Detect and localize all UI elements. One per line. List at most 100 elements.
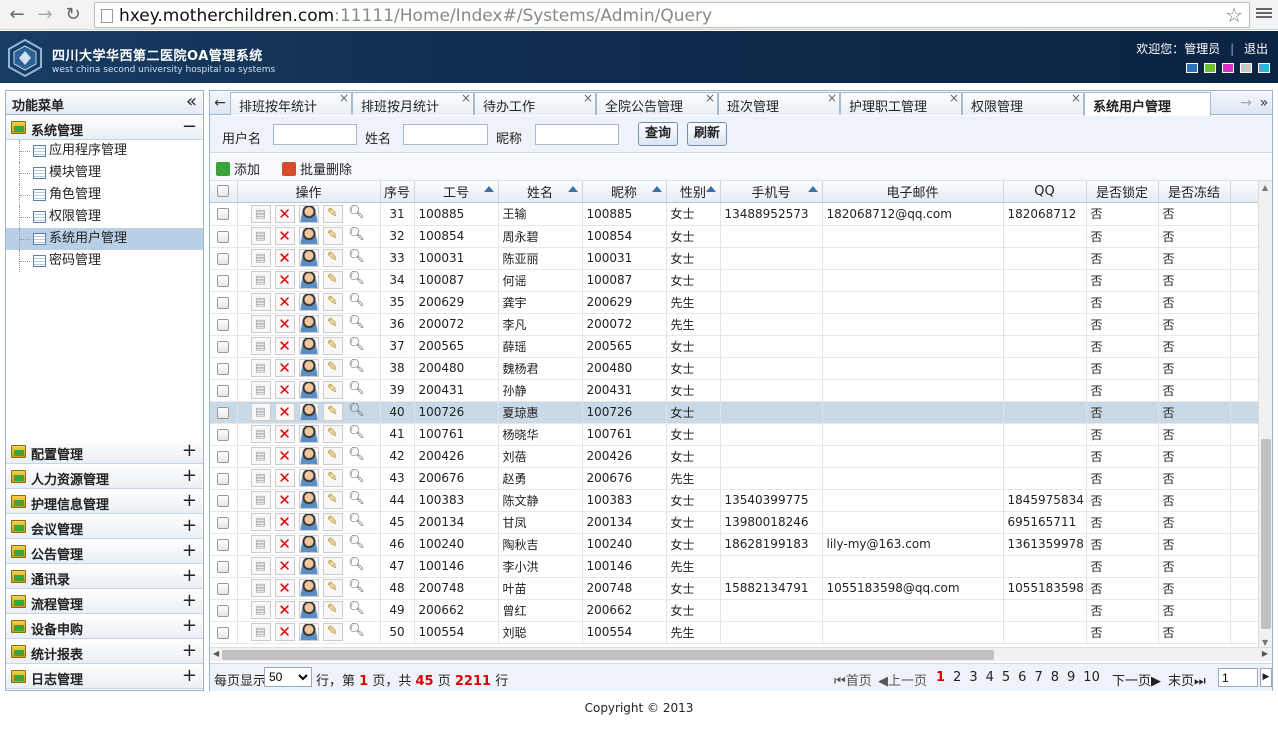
menu-group[interactable]: 日志管理 +: [6, 665, 203, 689]
row-checkbox[interactable]: [217, 208, 230, 221]
delete-icon[interactable]: ✕: [274, 359, 295, 377]
user-role-icon[interactable]: [298, 447, 319, 465]
tab-scroll-left-icon[interactable]: ←: [212, 93, 228, 113]
user-role-icon[interactable]: [298, 623, 319, 641]
h-scroll-thumb[interactable]: [222, 650, 994, 660]
table-row[interactable]: ▤ ✕ ✎ 🔍︎ 44 100383 陈文静 100383 女士 13540399775 18459…: [210, 489, 1259, 512]
menu-group[interactable]: 公告管理 +: [6, 540, 203, 564]
logout-link[interactable]: 退出: [1244, 42, 1268, 56]
user-role-icon[interactable]: [298, 204, 319, 223]
column-header[interactable]: 手机号: [720, 181, 823, 203]
collapse-sidebar-icon[interactable]: «: [186, 91, 197, 113]
search-icon[interactable]: 🔍︎: [347, 623, 367, 641]
page-link[interactable]: 8: [1051, 670, 1059, 685]
table-row[interactable]: ▤ ✕ ✎ 🔍︎ 48 200748 叶苗 200748 女士 15882134791 105518…: [210, 577, 1259, 600]
table-row[interactable]: ▤ ✕ ✎ 🔍︎ 46 100240 陶秋吉 100240 女士 18628199183 lily-…: [210, 533, 1259, 556]
column-header[interactable]: 是否锁定: [1086, 181, 1159, 203]
search-icon[interactable]: 🔍︎: [347, 359, 367, 377]
delete-icon[interactable]: ✕: [274, 403, 295, 421]
column-header[interactable]: 昵称: [582, 181, 667, 203]
add-button[interactable]: 添加: [216, 159, 260, 178]
row-checkbox[interactable]: [217, 604, 230, 617]
table-row[interactable]: ▤ ✕ ✎ 🔍︎ 31 100885 王输 100885 女士 13488952573 182068…: [210, 203, 1259, 226]
delete-icon[interactable]: ✕: [274, 271, 295, 289]
skin-swatch[interactable]: [1240, 63, 1252, 73]
user-role-icon[interactable]: [298, 535, 319, 553]
view-doc-icon[interactable]: ▤: [250, 293, 271, 311]
row-checkbox[interactable]: [217, 626, 230, 639]
scroll-left-icon[interactable]: ◀: [213, 649, 219, 658]
row-checkbox[interactable]: [217, 230, 230, 243]
edit-icon[interactable]: ✎: [322, 315, 343, 333]
per-page-select[interactable]: 50: [264, 667, 312, 687]
prev-page-link[interactable]: ◀上一页: [878, 670, 927, 689]
search-icon[interactable]: 🔍︎: [347, 403, 367, 421]
column-header[interactable]: QQ: [1003, 181, 1087, 203]
row-checkbox[interactable]: [217, 406, 230, 419]
sort-asc-icon[interactable]: [651, 186, 662, 192]
table-row[interactable]: ▤ ✕ ✎ 🔍︎ 37 200565 薛瑶 200565 女士否否: [210, 335, 1259, 358]
search-icon[interactable]: 🔍︎: [347, 227, 367, 245]
menu-group[interactable]: 护理信息管理 +: [6, 490, 203, 514]
expand-icon[interactable]: +: [182, 665, 197, 687]
search-icon[interactable]: 🔍︎: [347, 271, 367, 289]
row-checkbox[interactable]: [217, 450, 230, 463]
search-icon[interactable]: 🔍︎: [347, 447, 367, 465]
edit-icon[interactable]: ✎: [322, 447, 343, 465]
user-role-icon[interactable]: [298, 579, 319, 597]
sidebar-item[interactable]: 应用程序管理: [6, 140, 203, 162]
sidebar-item[interactable]: 权限管理: [6, 206, 203, 228]
close-tab-icon[interactable]: ×: [1071, 91, 1081, 105]
row-checkbox[interactable]: [217, 538, 230, 551]
skin-swatch[interactable]: [1222, 63, 1234, 73]
scroll-right-icon[interactable]: ▶: [1262, 649, 1268, 658]
delete-icon[interactable]: ✕: [274, 557, 295, 575]
row-checkbox[interactable]: [217, 340, 230, 353]
edit-icon[interactable]: ✎: [322, 491, 343, 509]
browser-menu-icon[interactable]: [1256, 6, 1272, 22]
row-checkbox[interactable]: [217, 252, 230, 265]
table-row[interactable]: ▤ ✕ ✎ 🔍︎ 47 100146 李小洪 100146 先生否否: [210, 555, 1259, 578]
tab[interactable]: 班次管理 ×: [718, 91, 840, 115]
scroll-up-icon[interactable]: ▲: [1262, 183, 1268, 192]
view-doc-icon[interactable]: ▤: [250, 447, 271, 465]
edit-icon[interactable]: ✎: [322, 381, 343, 399]
delete-icon[interactable]: ✕: [274, 425, 295, 443]
expand-icon[interactable]: +: [182, 565, 197, 587]
table-row[interactable]: ▤ ✕ ✎ 🔍︎ 35 200629 龚宇 200629 先生否否: [210, 291, 1259, 314]
page-link[interactable]: 2: [953, 670, 961, 685]
menu-group[interactable]: 流程管理 +: [6, 590, 203, 614]
edit-icon[interactable]: ✎: [322, 557, 343, 575]
vertical-scrollbar[interactable]: ▲ ▼: [1258, 181, 1272, 649]
scroll-down-icon[interactable]: ▼: [1262, 638, 1268, 647]
menu-group[interactable]: 统计报表 +: [6, 640, 203, 664]
table-row[interactable]: ▤ ✕ ✎ 🔍︎ 39 200431 孙静 200431 女士否否: [210, 379, 1259, 402]
expand-icon[interactable]: +: [182, 615, 197, 637]
expand-icon[interactable]: +: [182, 590, 197, 612]
user-role-icon[interactable]: [298, 469, 319, 487]
search-icon[interactable]: 🔍︎: [347, 337, 367, 355]
tab[interactable]: 全院公告管理 ×: [596, 91, 718, 115]
search-icon[interactable]: 🔍︎: [347, 425, 367, 443]
column-header[interactable]: 工号: [414, 181, 499, 203]
tab[interactable]: 系统用户管理: [1084, 92, 1211, 116]
table-row[interactable]: ▤ ✕ ✎ 🔍︎ 32 100854 周永碧 100854 女士否否: [210, 225, 1259, 248]
edit-icon[interactable]: ✎: [322, 513, 343, 531]
view-doc-icon[interactable]: ▤: [250, 381, 271, 399]
menu-group[interactable]: 设备申购 +: [6, 615, 203, 639]
user-role-icon[interactable]: [298, 425, 319, 443]
view-doc-icon[interactable]: ▤: [250, 425, 271, 443]
close-tab-icon[interactable]: ×: [583, 91, 593, 105]
scroll-thumb[interactable]: [1261, 439, 1271, 629]
sidebar-item[interactable]: 密码管理: [6, 250, 203, 272]
delete-icon[interactable]: ✕: [274, 623, 295, 641]
expand-icon[interactable]: +: [182, 540, 197, 562]
select-all-checkbox[interactable]: [217, 185, 230, 198]
nickname-input[interactable]: [535, 124, 619, 145]
search-icon[interactable]: 🔍︎: [347, 315, 367, 333]
edit-icon[interactable]: ✎: [322, 249, 343, 267]
menu-group[interactable]: 配置管理 +: [6, 440, 203, 464]
view-doc-icon[interactable]: ▤: [250, 403, 271, 421]
column-header[interactable]: 电子邮件: [822, 181, 1004, 203]
column-header[interactable]: 操作: [237, 181, 381, 203]
